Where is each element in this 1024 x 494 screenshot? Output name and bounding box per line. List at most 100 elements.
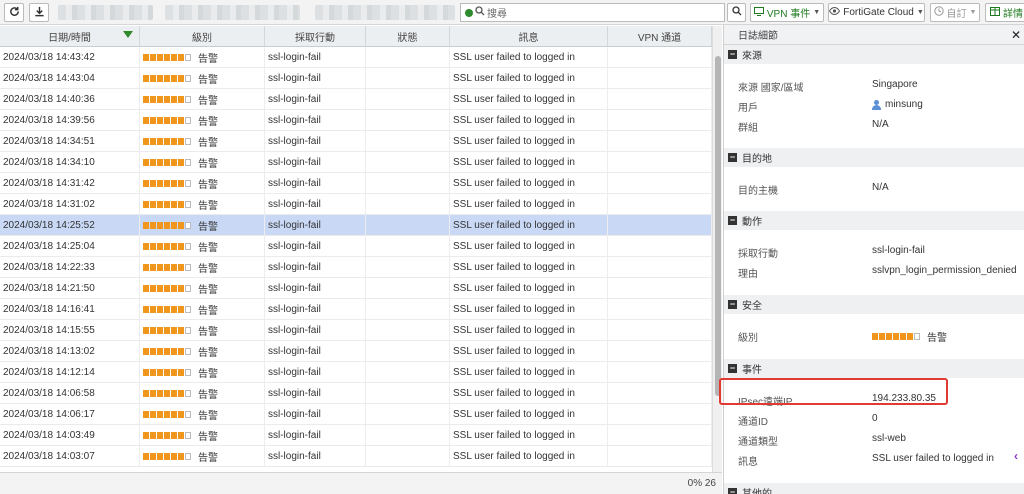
vpn-events-dropdown[interactable]: VPN 事件 ▼ <box>750 3 824 22</box>
cell-vpn-tunnel <box>608 320 712 340</box>
severity-segment <box>185 305 191 313</box>
collapse-icon[interactable]: − <box>728 300 737 309</box>
scrollbar-thumb[interactable] <box>715 56 721 396</box>
severity-segment <box>185 284 191 292</box>
close-icon[interactable]: ✕ <box>1011 28 1021 42</box>
cell-message: SSL user failed to logged in <box>450 131 608 151</box>
table-row[interactable]: 2024/03/18 14:16:41 告警 ssl-login-fail SSL u… <box>0 299 712 320</box>
table-row[interactable]: 2024/03/18 14:03:07 告警 ssl-login-fail SSL u… <box>0 446 712 467</box>
section-security[interactable]: − 安全 <box>724 295 1024 314</box>
table-row[interactable]: 2024/03/18 14:31:02 告警 ssl-login-fail SSL u… <box>0 194 712 215</box>
table-row[interactable]: 2024/03/18 14:34:51 告警 ssl-login-fail SSL u… <box>0 131 712 152</box>
log-details-panel: 日誌細節 ✕ − 來源 來源 國家/區域 Singapore 用戶 minsun… <box>723 25 1024 494</box>
table-row[interactable]: 2024/03/18 14:13:02 告警 ssl-login-fail SSL u… <box>0 341 712 362</box>
column-header-level[interactable]: 級別 <box>140 26 265 47</box>
vertical-scrollbar[interactable] <box>712 26 722 472</box>
table-row[interactable]: 2024/03/18 14:25:52 告警 ssl-login-fail SSL u… <box>0 215 712 236</box>
table-row[interactable]: 2024/03/18 14:22:33 告警 ssl-login-fail SSL u… <box>0 257 712 278</box>
table-row[interactable]: 2024/03/18 14:12:14 告警 ssl-login-fail SSL u… <box>0 362 712 383</box>
side-expand-icon[interactable]: ‹ <box>1014 449 1024 463</box>
severity-segment <box>893 333 899 340</box>
cell-level: 告警 <box>140 446 265 466</box>
cell-level: 告警 <box>140 383 265 403</box>
cell-status <box>366 152 450 172</box>
severity-segment <box>143 410 149 418</box>
severity-segment <box>143 263 149 271</box>
refresh-icon <box>9 6 20 20</box>
collapse-icon[interactable]: − <box>728 50 737 59</box>
severity-segment <box>164 326 170 334</box>
severity-segment <box>143 221 149 229</box>
cell-action: ssl-login-fail <box>265 299 366 319</box>
section-event[interactable]: − 事件 <box>724 359 1024 378</box>
status-bar: 0% 26 <box>0 472 722 494</box>
download-button[interactable] <box>29 3 49 22</box>
collapse-icon[interactable]: − <box>728 216 737 225</box>
table-row[interactable]: 2024/03/18 14:21:50 告警 ssl-login-fail SSL u… <box>0 278 712 299</box>
column-header-datetime[interactable]: 日期/時間 <box>0 26 140 47</box>
section-source[interactable]: − 來源 <box>724 45 1024 64</box>
severity-bar <box>143 305 192 313</box>
refresh-button[interactable] <box>4 3 24 22</box>
severity-segment <box>872 333 878 340</box>
fortigate-cloud-dropdown[interactable]: FortiGate Cloud ▼ <box>828 3 925 22</box>
table-row[interactable]: 2024/03/18 14:40:36 告警 ssl-login-fail SSL u… <box>0 89 712 110</box>
section-other[interactable]: − 其他的 <box>724 483 1024 494</box>
table-row[interactable]: 2024/03/18 14:15:55 告警 ssl-login-fail SSL u… <box>0 320 712 341</box>
severity-bar <box>143 74 192 82</box>
cell-vpn-tunnel <box>608 152 712 172</box>
severity-segment <box>164 116 170 124</box>
column-header-status[interactable]: 狀態 <box>366 26 450 47</box>
custom-time-dropdown[interactable]: 自訂 ▼ <box>930 3 980 22</box>
severity-bar <box>143 452 192 460</box>
column-header-message[interactable]: 訊息 <box>450 26 608 47</box>
cell-message: SSL user failed to logged in <box>450 404 608 424</box>
table-row[interactable]: 2024/03/18 14:31:42 告警 ssl-login-fail SSL u… <box>0 173 712 194</box>
table-row[interactable]: 2024/03/18 14:43:42 告警 ssl-login-fail SSL u… <box>0 47 712 68</box>
severity-segment <box>171 326 177 334</box>
dest-host-value: N/A <box>872 182 889 193</box>
cell-datetime: 2024/03/18 14:03:49 <box>0 425 140 445</box>
search-input[interactable]: 搜尋 <box>460 3 725 22</box>
section-action[interactable]: − 動作 <box>724 211 1024 230</box>
cell-datetime: 2024/03/18 14:39:56 <box>0 110 140 130</box>
group-value: N/A <box>872 119 889 130</box>
table-row[interactable]: 2024/03/18 14:03:49 告警 ssl-login-fail SSL u… <box>0 425 712 446</box>
severity-segment <box>178 431 184 439</box>
redacted-region <box>315 5 455 20</box>
severity-segment <box>171 221 177 229</box>
collapse-icon[interactable]: − <box>728 364 737 373</box>
column-header-action[interactable]: 採取行動 <box>265 26 366 47</box>
cell-datetime: 2024/03/18 14:06:17 <box>0 404 140 424</box>
severity-segment <box>178 221 184 229</box>
details-toggle-button[interactable]: 詳情 <box>985 3 1024 22</box>
collapse-icon[interactable]: − <box>728 153 737 162</box>
tunnel-id-value: 0 <box>872 413 878 424</box>
filter-icon[interactable] <box>123 31 133 38</box>
cell-level: 告警 <box>140 425 265 445</box>
severity-bar <box>143 116 192 124</box>
cell-datetime: 2024/03/18 14:21:50 <box>0 278 140 298</box>
severity-segment <box>143 74 149 82</box>
cell-vpn-tunnel <box>608 299 712 319</box>
column-header-vpn-tunnel[interactable]: VPN 通道 <box>608 26 712 47</box>
table-row[interactable]: 2024/03/18 14:34:10 告警 ssl-login-fail SSL u… <box>0 152 712 173</box>
collapse-icon[interactable]: − <box>728 488 737 494</box>
cell-vpn-tunnel <box>608 257 712 277</box>
fortigate-cloud-label: FortiGate Cloud <box>843 7 914 18</box>
cell-vpn-tunnel <box>608 236 712 256</box>
cell-vpn-tunnel <box>608 341 712 361</box>
table-row[interactable]: 2024/03/18 14:06:17 告警 ssl-login-fail SSL u… <box>0 404 712 425</box>
table-header: 日期/時間 級別 採取行動 狀態 訊息 VPN 通道 <box>0 26 712 47</box>
table-row[interactable]: 2024/03/18 14:39:56 告警 ssl-login-fail SSL u… <box>0 110 712 131</box>
cell-action: ssl-login-fail <box>265 362 366 382</box>
chevron-down-icon: ▼ <box>813 9 821 16</box>
cell-status <box>366 383 450 403</box>
section-destination[interactable]: − 目的地 <box>724 148 1024 167</box>
table-row[interactable]: 2024/03/18 14:43:04 告警 ssl-login-fail SSL u… <box>0 68 712 89</box>
severity-segment <box>150 221 156 229</box>
table-row[interactable]: 2024/03/18 14:06:58 告警 ssl-login-fail SSL u… <box>0 383 712 404</box>
table-row[interactable]: 2024/03/18 14:25:04 告警 ssl-login-fail SSL u… <box>0 236 712 257</box>
search-button[interactable] <box>727 3 746 22</box>
severity-segment <box>171 74 177 82</box>
